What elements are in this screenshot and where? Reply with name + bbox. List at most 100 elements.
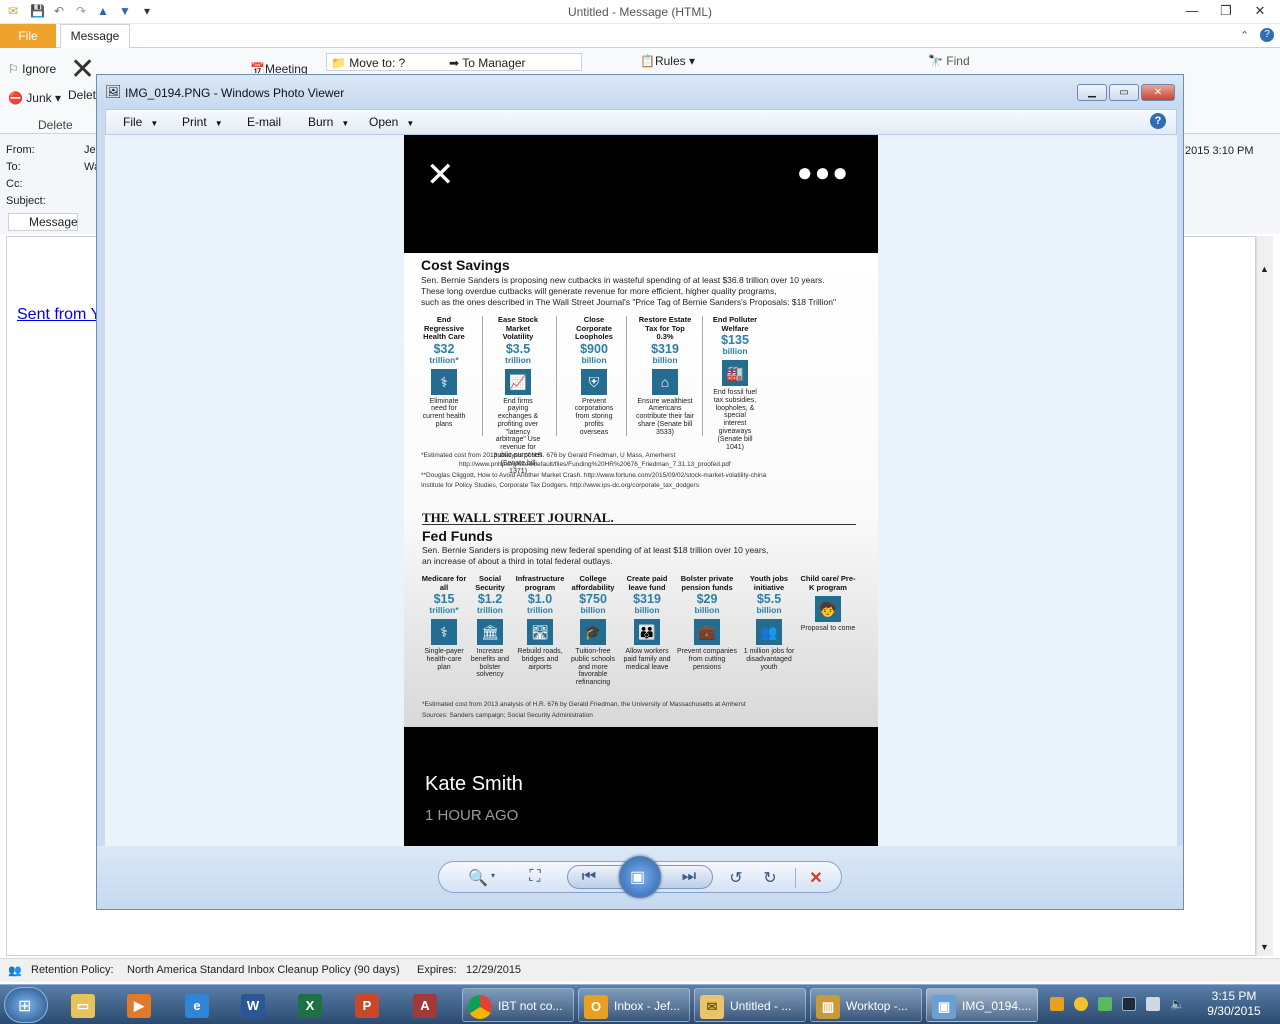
ribbon-tabs: File Message ⌃ ? [0, 24, 1280, 49]
slideshow-button[interactable]: ▣ [619, 856, 661, 898]
sent-from-link[interactable]: Sent from Y [17, 306, 101, 324]
fed-funds-title: Fed Funds [422, 528, 493, 544]
viewer-close-button[interactable]: ✕ [1141, 84, 1175, 101]
column-divider [482, 316, 483, 436]
cost-intro-line: Sen. Bernie Sanders is proposing new cut… [421, 275, 825, 285]
zoom-icon[interactable]: 🔍 [467, 868, 489, 888]
retention-icon: 👥 [8, 965, 22, 977]
close-x-icon: ✕ [426, 156, 455, 194]
tab-file[interactable]: File [0, 24, 56, 48]
column-divider [556, 316, 557, 436]
fed-item: Infrastructure program $1.0 trillion 🛣 R… [515, 574, 565, 671]
previous-icon[interactable]: ⏮ [578, 868, 600, 886]
menu-print[interactable]: Print ▼ [182, 115, 223, 129]
ignore-button[interactable]: ⚐ Ignore [8, 62, 56, 76]
rotate-right-icon[interactable]: ↻ [759, 868, 781, 888]
delete-icon[interactable]: ✕ [805, 868, 827, 888]
forward-icon: ➡ [449, 56, 460, 70]
stock-chart-icon: 📈 [505, 368, 531, 395]
explorer-pin[interactable]: ▭ [66, 988, 108, 1022]
clock[interactable]: 3:15 PM 9/30/2015 [1200, 989, 1268, 1019]
cost-footnote: **Douglas Cliggott, How to Avoid Another… [421, 472, 767, 479]
excel-pin[interactable]: X [293, 988, 335, 1022]
fed-item: Medicare for all $15 trillion* ⚕ Single-… [421, 574, 467, 671]
worktop-icon: ▥ [816, 994, 840, 1019]
minimize-button[interactable]: — [1177, 3, 1207, 21]
ie-pin[interactable]: e [180, 988, 222, 1022]
cost-item: End Regressive Health Care $32 trillion*… [422, 315, 466, 428]
photo-viewer-title-bar[interactable]: 🖼 IMG_0194.PNG - Windows Photo Viewer ▁ … [97, 75, 1183, 109]
network-tray-icon[interactable] [1146, 997, 1160, 1011]
delete-button[interactable]: Delet [68, 88, 96, 102]
move-to-step[interactable]: 📁 Move to: ? [331, 56, 405, 70]
post-author: Kate Smith [425, 773, 523, 795]
expires-value: 12/29/2015 [466, 964, 522, 976]
road-icon: 🛣 [527, 619, 553, 645]
display-tray-icon[interactable] [1122, 997, 1136, 1011]
rules-icon: 📋 [640, 54, 655, 68]
message-view-tab[interactable]: Message [8, 213, 78, 231]
envelope-icon: ✉ [700, 994, 724, 1019]
retention-value: North America Standard Inbox Cleanup Pol… [127, 964, 400, 976]
help-icon[interactable]: ? [1260, 28, 1274, 42]
volume-icon[interactable]: 🔈 [1170, 997, 1185, 1011]
quick-steps-box: 📁 Move to: ? ➡ To Manager [326, 53, 582, 71]
photo-viewer-icon: 🖼 [105, 84, 122, 99]
menu-burn[interactable]: Burn ▼ [308, 115, 349, 129]
viewer-help-icon[interactable]: ? [1150, 113, 1166, 129]
tab-message[interactable]: Message [60, 24, 130, 49]
fed-footnote: Sources: Sanders campaign; Social Securi… [422, 712, 593, 719]
fed-item: Bolster private pension funds $29 billio… [677, 574, 737, 671]
building-icon: 🏛 [477, 619, 503, 645]
junk-button[interactable]: ⛔ Junk ▾ [8, 91, 61, 105]
collapse-ribbon-icon[interactable]: ⌃ [1240, 29, 1249, 42]
cost-title: Cost Savings [421, 257, 510, 273]
restore-button[interactable]: ❐ [1211, 3, 1241, 21]
viewer-controls: 🔍 ▾ ⛶ ⏮ ⏭ ▣ ↺ ↻ ✕ [97, 846, 1183, 909]
viewer-minimize-button[interactable]: ▁ [1077, 84, 1107, 101]
close-button[interactable]: ✕ [1245, 3, 1275, 21]
to-manager-step[interactable]: ➡ To Manager [449, 56, 526, 70]
infographic: Cost Savings Sen. Bernie Sanders is prop… [404, 253, 878, 727]
fed-item: Social Security $1.2 trillion 🏛 Increase… [470, 574, 510, 679]
rotate-left-icon[interactable]: ↺ [725, 868, 747, 888]
taskbar-worktop[interactable]: ▥ Worktop -... [810, 988, 922, 1022]
word-pin[interactable]: W [236, 988, 278, 1022]
fed-item: Youth jobs initiative $5.5 billion 👥 1 m… [743, 574, 795, 671]
scroll-up-icon[interactable]: ▲ [1260, 264, 1269, 274]
vertical-scrollbar[interactable]: ▲ ▼ [1256, 236, 1273, 956]
scroll-down-icon[interactable]: ▼ [1260, 942, 1269, 952]
graduation-cap-icon: 🎓 [580, 619, 606, 645]
taskbar-outlook-inbox[interactable]: O Inbox - Jef... [578, 988, 690, 1022]
taskbar-chrome[interactable]: IBT not co... [462, 988, 574, 1022]
subject-label: Subject: [6, 195, 46, 207]
viewer-maximize-button[interactable]: ▭ [1109, 84, 1139, 101]
ie-icon: e [185, 993, 209, 1018]
access-pin[interactable]: A [408, 988, 450, 1022]
media-player-pin[interactable]: ▶ [122, 988, 164, 1022]
access-icon: A [413, 993, 437, 1018]
menu-email[interactable]: E-mail [247, 115, 281, 129]
security-tray-icon[interactable] [1098, 997, 1112, 1011]
taskbar-untitled-message[interactable]: ✉ Untitled - ... [694, 988, 806, 1022]
powerpoint-pin[interactable]: P [350, 988, 392, 1022]
menu-open[interactable]: Open ▼ [369, 115, 414, 129]
next-icon[interactable]: ⏭ [678, 868, 700, 886]
cost-footnote: Institute for Policy Studies, Corporate … [421, 482, 700, 489]
menu-file[interactable]: File ▼ [123, 115, 158, 129]
actual-size-icon[interactable]: ⛶ [524, 868, 546, 886]
sync-tray-icon[interactable] [1074, 997, 1088, 1011]
from-value[interactable]: Je [84, 144, 96, 156]
taskbar-photo-viewer[interactable]: ▣ IMG_0194.... [926, 988, 1038, 1022]
outlook-tray-icon[interactable] [1050, 997, 1064, 1011]
delete-icon[interactable]: ✕ [70, 52, 95, 87]
column-divider [702, 316, 703, 436]
start-button[interactable]: ⊞ [4, 987, 48, 1023]
status-bar: 👥 Retention Policy: North America Standa… [0, 958, 1280, 982]
find-button[interactable]: 🔭 Find [928, 54, 970, 68]
more-dots-icon: ●●● [796, 157, 850, 187]
rules-button[interactable]: 📋Rules ▾ [640, 54, 695, 68]
ignore-icon: ⚐ [8, 62, 19, 76]
zoom-dropdown-icon[interactable]: ▾ [491, 871, 495, 880]
shield-icon: ⛨ [581, 368, 607, 395]
